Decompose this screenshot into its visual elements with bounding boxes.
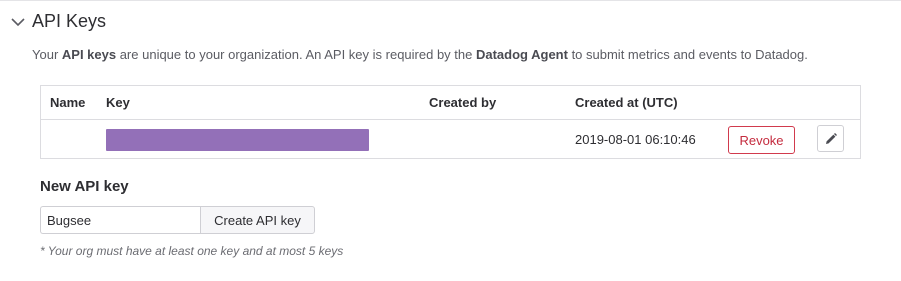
created-at-cell: 2019-08-01 06:10:46 <box>575 132 696 147</box>
new-api-key-form: Create API key <box>40 206 315 234</box>
api-keys-table: Name Key Created by Created at (UTC) 201… <box>40 85 861 159</box>
header-key: Key <box>106 95 130 110</box>
api-key-value-masked <box>106 129 369 151</box>
top-divider <box>0 0 901 1</box>
new-api-key-title: New API key <box>40 178 129 195</box>
edit-key-button[interactable] <box>817 125 844 152</box>
datadog-agent-emphasis: Datadog Agent <box>475 47 568 62</box>
header-created-at: Created at (UTC) <box>575 95 678 110</box>
section-description: Your API keys are unique to your organiz… <box>32 47 808 62</box>
table-row: 2019-08-01 06:10:46 Revoke <box>41 120 860 158</box>
api-keys-emphasis: API keys <box>61 47 117 62</box>
header-created-by: Created by <box>429 95 497 110</box>
new-key-name-input[interactable] <box>40 206 200 234</box>
pencil-icon <box>825 132 837 144</box>
section-title: API Keys <box>32 11 107 31</box>
api-keys-section-toggle[interactable]: API Keys <box>10 11 106 32</box>
key-limit-note: * Your org must have at least one key an… <box>40 244 344 258</box>
table-header: Name Key Created by Created at (UTC) <box>41 86 860 120</box>
header-name: Name <box>50 95 86 110</box>
chevron-down-icon <box>11 17 25 26</box>
create-api-key-button[interactable]: Create API key <box>200 206 315 234</box>
revoke-button[interactable]: Revoke <box>728 126 795 154</box>
